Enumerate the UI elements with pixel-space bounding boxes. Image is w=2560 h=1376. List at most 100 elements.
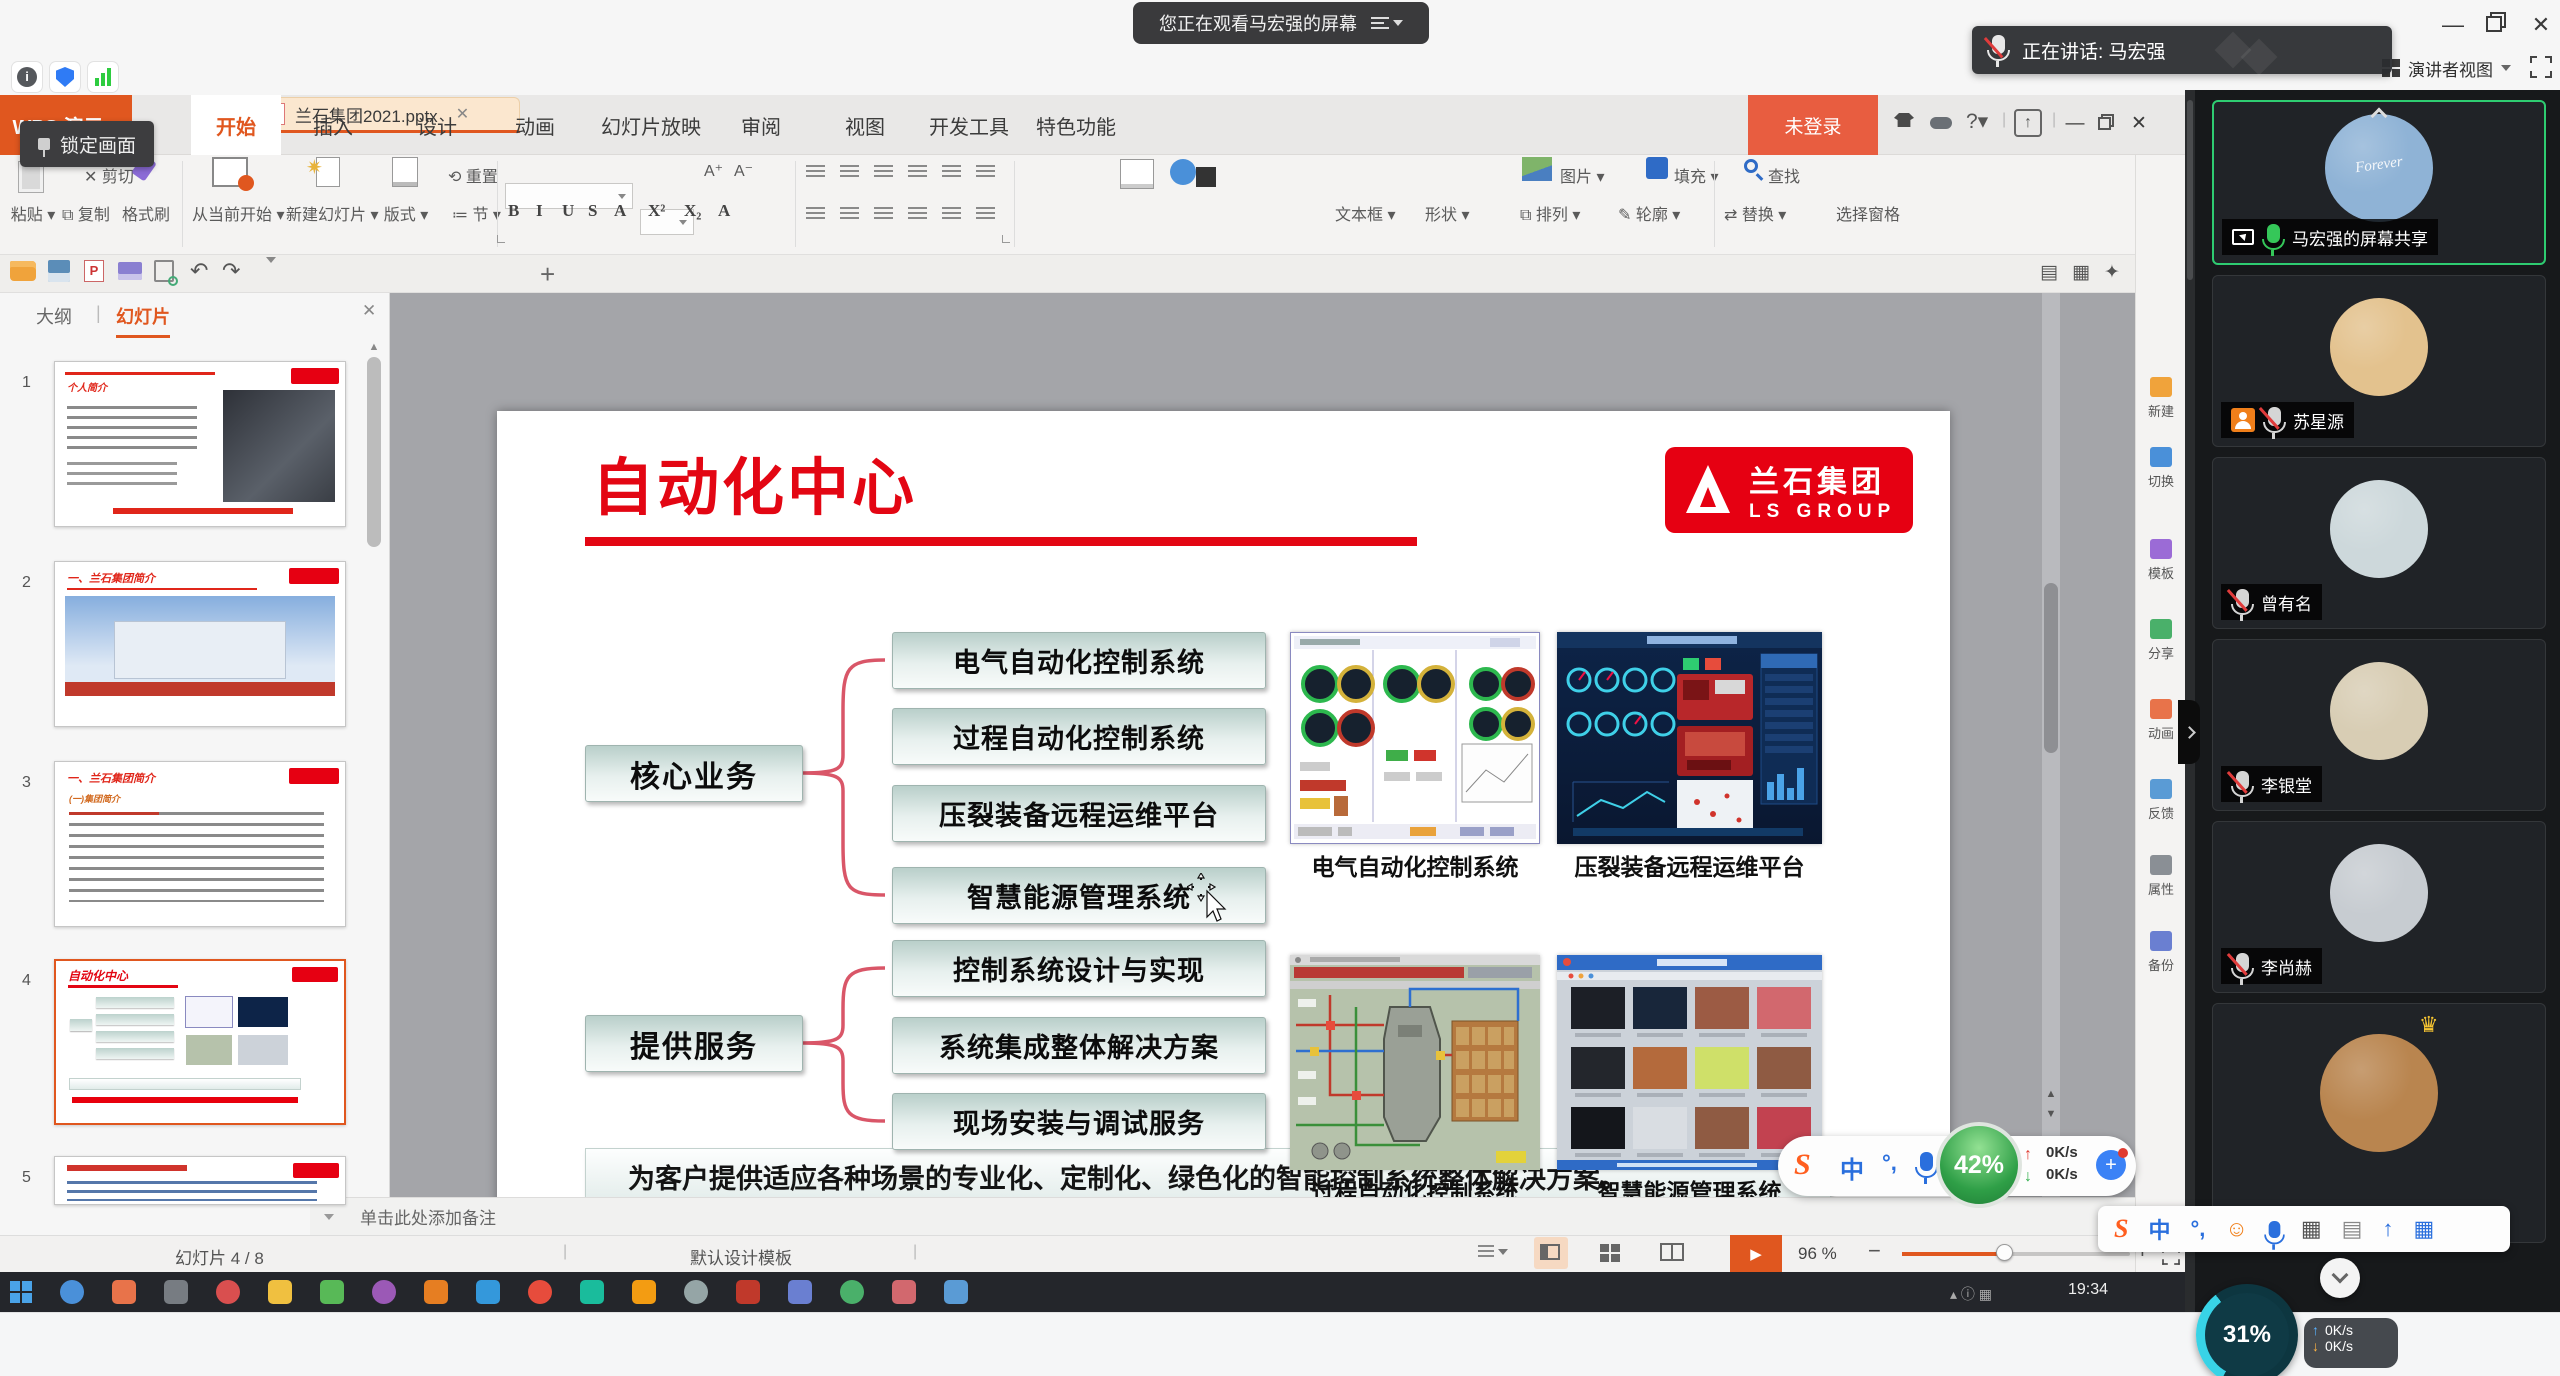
copy-button[interactable]: ⧉ 复制: [62, 201, 110, 225]
selection-pane-button[interactable]: 选择窗格: [1836, 201, 1900, 225]
signal-icon[interactable]: [88, 62, 118, 92]
side-tool-模板[interactable]: 模板: [2139, 539, 2183, 582]
participant-tile-4[interactable]: 李尚赫: [2212, 821, 2546, 993]
list-icon-5[interactable]: [976, 165, 995, 179]
new-slide-button[interactable]: 新建幻灯片 ▾: [286, 201, 378, 225]
layout-button[interactable]: 版式 ▾: [378, 201, 434, 225]
font-style-X²[interactable]: X²: [648, 201, 665, 221]
notes-collapse-icon[interactable]: [324, 1214, 334, 1220]
participant-tile-0[interactable]: Forever马宏强的屏幕共享: [2212, 100, 2546, 265]
play-from-current-button[interactable]: 从当前开始 ▾: [192, 201, 284, 225]
format-painter-button[interactable]: 格式刷: [122, 201, 170, 225]
notes-toggle-icon[interactable]: [1478, 1245, 1508, 1259]
print-icon[interactable]: [118, 262, 142, 280]
replace-button[interactable]: ⇄ 替换 ▾: [1724, 201, 1786, 225]
taskbar-app-0[interactable]: [60, 1280, 84, 1304]
export-pdf-icon[interactable]: P: [84, 260, 104, 282]
notes-bar[interactable]: 单击此处添加备注: [310, 1197, 2135, 1235]
font-style-A[interactable]: A: [718, 201, 730, 221]
taskbar-app-6[interactable]: [372, 1280, 396, 1304]
font-grow-button[interactable]: A⁺: [704, 161, 723, 181]
side-tool-分享[interactable]: 分享: [2139, 619, 2183, 662]
taskbar-app-12[interactable]: [684, 1280, 708, 1304]
wps-restore-button[interactable]: [2098, 117, 2111, 130]
participant-tile-1[interactable]: 苏星源: [2212, 275, 2546, 447]
tab-1[interactable]: 插入: [297, 95, 369, 155]
taskbar-app-3[interactable]: [216, 1280, 240, 1304]
font-style-A[interactable]: A: [614, 201, 626, 221]
font-style-B[interactable]: B: [508, 201, 519, 221]
ime-lang-icon[interactable]: 中: [1840, 1150, 1864, 1185]
font-style-I[interactable]: I: [536, 201, 543, 221]
layout-icon[interactable]: [392, 157, 418, 187]
ime2-up-icon[interactable]: ↑: [2382, 1216, 2393, 1242]
tab-7[interactable]: 开发工具: [917, 95, 1021, 155]
taskbar-app-8[interactable]: [476, 1280, 500, 1304]
side-tool-新建[interactable]: 新建: [2139, 377, 2183, 420]
taskbar-app-7[interactable]: [424, 1280, 448, 1304]
taskbar-app-2[interactable]: [164, 1280, 188, 1304]
taskbar-app-1[interactable]: [112, 1280, 136, 1304]
cloud-icon[interactable]: [1930, 113, 1952, 135]
info-icon[interactable]: i: [12, 62, 42, 92]
arrange-button[interactable]: ⧉ 排列 ▾: [1520, 201, 1580, 225]
align-icon-5[interactable]: [976, 207, 995, 221]
view-reading-button[interactable]: [1660, 1243, 1684, 1261]
font-shrink-button[interactable]: A⁻: [734, 161, 753, 181]
view-normal-button[interactable]: [1534, 1237, 1568, 1269]
doc-row-icon-3[interactable]: ✦: [2104, 261, 2120, 284]
list-icon-0[interactable]: [806, 165, 825, 179]
side-tool-属性[interactable]: 属性: [2139, 855, 2183, 898]
align-icon-1[interactable]: [840, 207, 859, 221]
help-icon[interactable]: ?▾: [1966, 109, 1988, 134]
ime2-lang[interactable]: 中: [2148, 1213, 2170, 1245]
side-tool-备份[interactable]: 备份: [2139, 931, 2183, 974]
shape-button[interactable]: 形状 ▾: [1425, 201, 1469, 225]
network-quality-widget[interactable]: 31%: [2196, 1284, 2298, 1376]
ime-toolbar-secondary[interactable]: S 中 °, ☺ ▦ ▤ ↑ ▦: [2098, 1206, 2510, 1252]
ime-mic-icon[interactable]: [1920, 1152, 1933, 1171]
slide-thumbnail-2[interactable]: 一、兰石集团简介: [54, 561, 346, 727]
tab-8[interactable]: 特色功能: [1022, 95, 1130, 155]
print-preview-icon[interactable]: [154, 260, 174, 282]
document-tab[interactable]: P 兰石集团2021.pptx ✕: [252, 97, 520, 133]
slide-thumbnail-1[interactable]: 个人简介: [54, 361, 346, 527]
reset-button[interactable]: ⟲ 重置: [448, 163, 498, 187]
align-icon-3[interactable]: [908, 207, 927, 221]
align-icon-4[interactable]: [942, 207, 961, 221]
align-icon-2[interactable]: [874, 207, 893, 221]
side-tool-动画[interactable]: 动画: [2139, 699, 2183, 742]
taskbar-app-14[interactable]: [788, 1280, 812, 1304]
find-button[interactable]: 查找: [1768, 163, 1800, 187]
picture-icon[interactable]: [1522, 157, 1552, 181]
wps-close-button[interactable]: ✕: [2122, 107, 2156, 141]
outline-button[interactable]: ✎ 轮廓 ▾: [1618, 201, 1680, 225]
slide-thumbnail-3[interactable]: 一、兰石集团简介(一)集团简介: [54, 761, 346, 927]
meeting-restore-button[interactable]: [2486, 16, 2502, 32]
emoji-icon[interactable]: ☺: [2225, 1216, 2247, 1242]
login-button[interactable]: 未登录: [1748, 95, 1878, 155]
textbox-preview-icon[interactable]: [1120, 159, 1154, 189]
taskbar-app-17[interactable]: [944, 1280, 968, 1304]
ime-punct-icon[interactable]: °,: [1882, 1150, 1897, 1176]
toolbox-icon[interactable]: ▤: [2342, 1216, 2363, 1242]
side-tool-反馈[interactable]: 反馈: [2139, 779, 2183, 822]
tray-icons[interactable]: ▴ ⓘ ▦: [1950, 1284, 1992, 1304]
taskbar-app-11[interactable]: [632, 1280, 656, 1304]
panel-scrollbar-thumb[interactable]: [367, 357, 381, 547]
panel-scroll-up-icon[interactable]: ▲: [366, 341, 382, 353]
sidebar-collapse-handle[interactable]: [2178, 700, 2200, 764]
canvas-scrollbar-thumb[interactable]: [2044, 583, 2058, 753]
align-icon-0[interactable]: [806, 207, 825, 221]
start-button[interactable]: [10, 1281, 32, 1303]
zoom-out-button[interactable]: −: [1868, 1238, 1881, 1264]
undo-icon[interactable]: ↶: [190, 258, 208, 284]
redo-icon[interactable]: ↷: [222, 258, 240, 284]
slide-thumbnail-4[interactable]: 自动化中心: [54, 959, 346, 1125]
font-dialog-launcher[interactable]: [497, 235, 505, 243]
side-tool-切换[interactable]: 切换: [2139, 447, 2183, 490]
tab-3[interactable]: 动画: [499, 95, 571, 155]
shield-icon[interactable]: [50, 62, 80, 92]
keyboard-icon[interactable]: ▦: [2301, 1216, 2322, 1242]
ime2-mic-icon[interactable]: [2268, 1220, 2281, 1239]
